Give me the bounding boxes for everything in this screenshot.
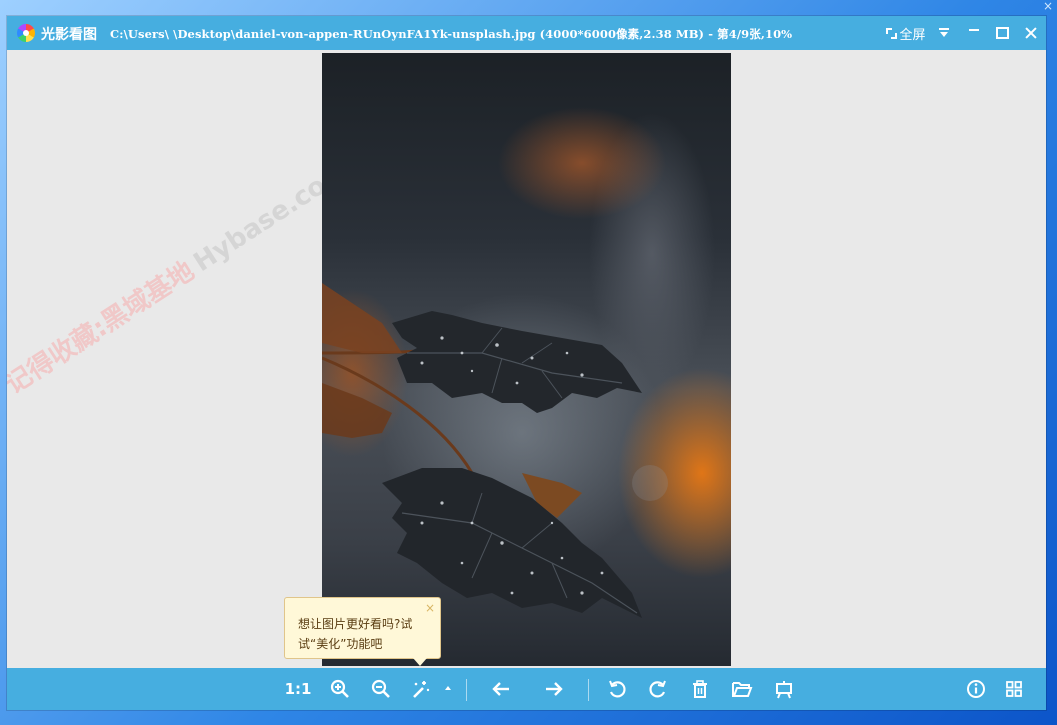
info-icon — [967, 680, 985, 698]
maximize-button[interactable] — [990, 16, 1014, 50]
set-wallpaper-button[interactable] — [768, 673, 800, 705]
tip-text-line1: 想让图片更好看吗?试 — [298, 617, 413, 631]
close-icon — [1025, 27, 1037, 39]
fullscreen-icon — [886, 27, 898, 39]
open-folder-icon — [732, 682, 753, 697]
thumbnail-grid-button[interactable] — [998, 673, 1030, 705]
actual-size-button[interactable]: 1:1 — [282, 673, 314, 705]
beautify-dropdown-caret-icon[interactable] — [445, 686, 451, 690]
grid-view-icon — [1006, 681, 1022, 697]
previous-image-button[interactable] — [485, 673, 517, 705]
open-folder-button[interactable] — [726, 673, 758, 705]
leaf-photo-art — [322, 283, 668, 618]
rotate-right-button[interactable] — [642, 673, 674, 705]
rotate-left-button[interactable] — [601, 673, 633, 705]
fullscreen-button[interactable]: 全屏 — [882, 16, 930, 50]
zoom-in-button[interactable] — [324, 673, 356, 705]
zoom-in-icon — [330, 679, 349, 698]
image-info-button[interactable] — [960, 673, 992, 705]
dropdown-menu-icon — [939, 28, 949, 38]
watermark-text: 记得收藏:黑域基地 — [7, 256, 200, 401]
image-viewer-window: 光影看图 C:\Users\ \Desktop\daniel-von-appen… — [7, 16, 1046, 710]
delete-trash-icon — [693, 680, 707, 698]
rotate-left-icon — [609, 680, 626, 698]
close-button[interactable] — [1019, 16, 1043, 50]
beautify-wand-icon — [413, 681, 430, 698]
bottom-toolbar: 1:1 — [7, 668, 1046, 710]
set-wallpaper-icon — [776, 681, 792, 699]
tip-pointer — [413, 658, 427, 666]
beautify-button[interactable] — [404, 673, 436, 705]
next-image-button[interactable] — [538, 673, 570, 705]
tip-text-line2: 试“美化”功能吧 — [298, 637, 383, 651]
menu-button[interactable] — [933, 16, 955, 50]
title-bar[interactable]: 光影看图 C:\Users\ \Desktop\daniel-von-appen… — [7, 16, 1046, 50]
next-arrow-icon — [546, 682, 563, 696]
beautify-tip-popup: × 想让图片更好看吗?试 试“美化”功能吧 — [284, 597, 441, 666]
previous-arrow-icon — [492, 682, 509, 696]
zoom-out-icon — [371, 679, 390, 698]
displayed-photo[interactable] — [322, 53, 731, 666]
app-logo-icon — [17, 24, 35, 42]
delete-button[interactable] — [684, 673, 716, 705]
file-path-title: C:\Users\ \Desktop\daniel-von-appen-RUnO… — [110, 27, 793, 41]
rotate-right-icon — [649, 680, 666, 698]
minimize-button[interactable] — [962, 16, 986, 50]
toolbar-divider — [466, 679, 467, 701]
actual-size-label: 1:1 — [284, 680, 312, 698]
maximize-icon — [995, 27, 1009, 39]
desktop-corner-close[interactable]: × — [1043, 0, 1053, 12]
toolbar-divider — [588, 679, 589, 701]
tip-close-icon[interactable]: × — [425, 602, 435, 614]
zoom-out-button[interactable] — [365, 673, 397, 705]
minimize-icon — [969, 29, 979, 31]
fullscreen-label: 全屏 — [899, 27, 926, 43]
app-name: 光影看图 — [41, 27, 97, 43]
image-viewport[interactable]: 记得收藏:黑域基地Hybase.com — [7, 50, 1046, 668]
